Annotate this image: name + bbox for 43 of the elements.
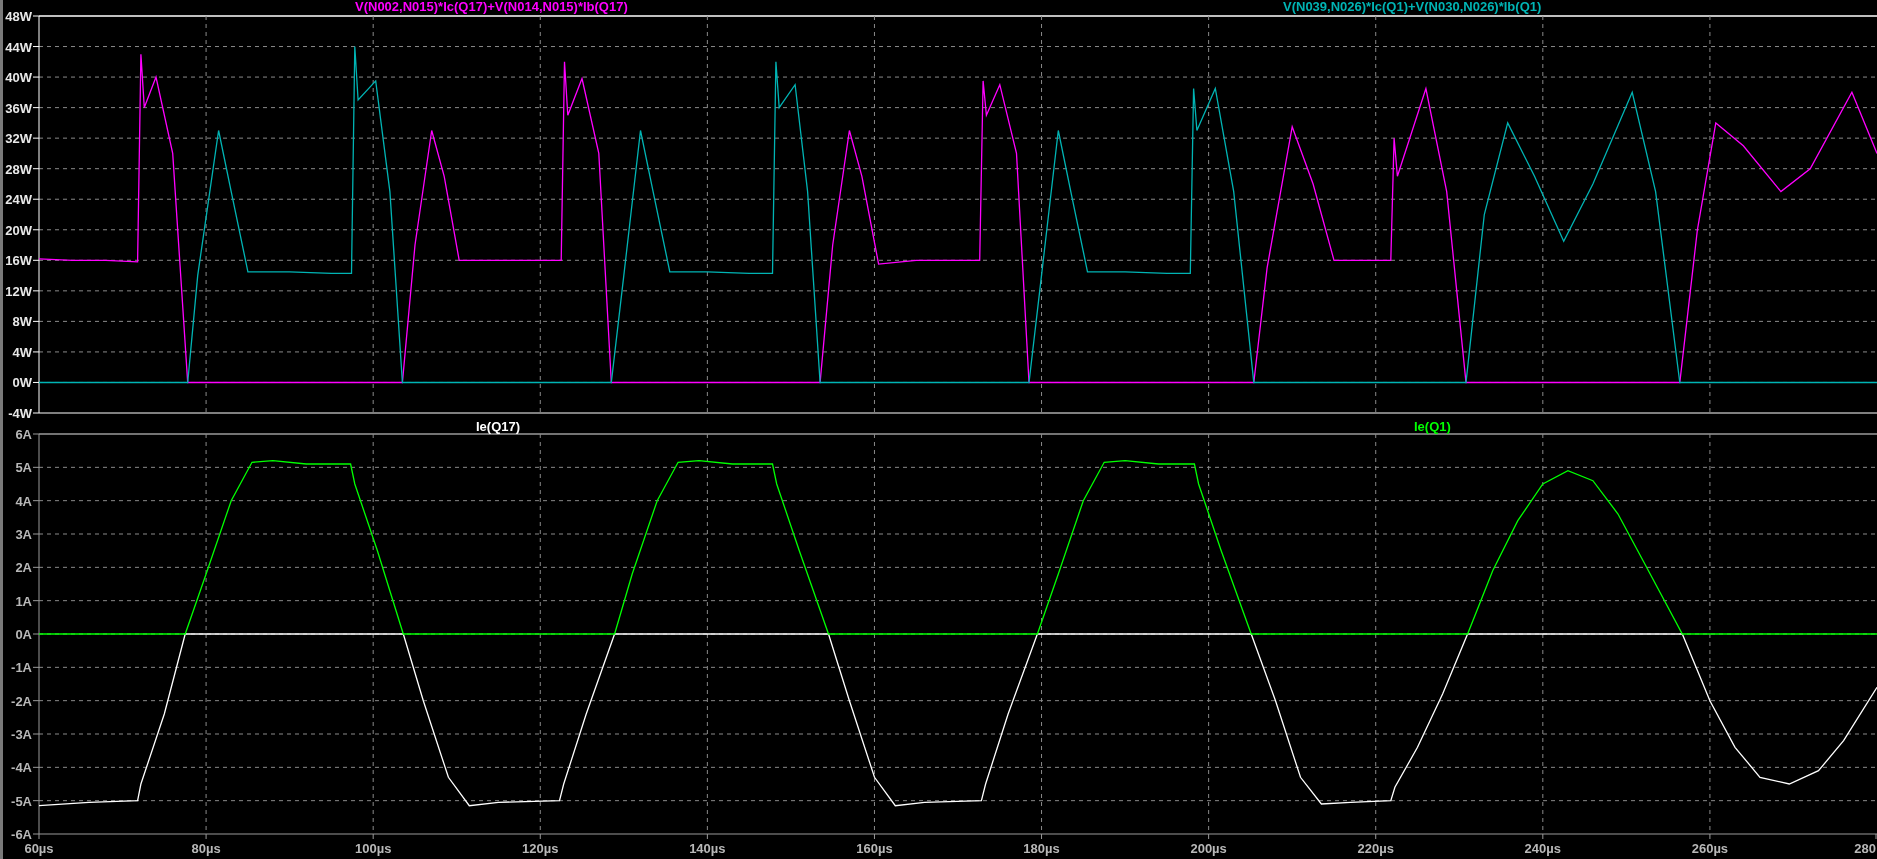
axis-label: 20W <box>5 222 32 238</box>
axis-label: 0W <box>12 375 32 391</box>
trace-label[interactable]: Ie(Q17) <box>476 421 521 434</box>
axis-label: 260µs <box>1691 841 1729 856</box>
axis-label: 3A <box>15 527 32 542</box>
axis-label: 140µs <box>689 841 726 856</box>
axis-label: 180µs <box>1023 841 1060 856</box>
axis-label: 4A <box>15 493 32 509</box>
axis-label: 120µs <box>522 841 559 856</box>
axis-label: -3A <box>11 727 32 742</box>
axis-label: 28W <box>5 161 32 177</box>
axis-label: 44W <box>5 39 32 55</box>
axis-label: 160µs <box>856 841 893 856</box>
axis-label: -6A <box>11 827 32 842</box>
axis-label: 1A <box>15 593 32 609</box>
axis-label: 200µs <box>1190 841 1227 856</box>
axis-label: 40W <box>5 70 32 86</box>
axis-label: -2A <box>11 693 32 709</box>
axis-label: 100µs <box>354 841 392 856</box>
axis-label: 220µs <box>1357 841 1394 856</box>
axis-label: 32W <box>5 131 32 147</box>
axis-label: 24W <box>5 192 32 208</box>
axis-label: 4W <box>12 344 32 360</box>
axis-label: -5A <box>11 793 32 809</box>
trace-label[interactable]: Ie(Q1) <box>1414 421 1451 434</box>
trace-label[interactable]: V(N002,N015)*Ic(Q17)+V(N014,N015)*Ib(Q17) <box>355 0 628 14</box>
axis-label: -4W <box>8 406 32 421</box>
axis-label: 6A <box>15 427 32 442</box>
axis-label: -1A <box>11 660 32 676</box>
axis-label: 280 <box>1854 841 1876 856</box>
axis-label: 8W <box>12 314 32 330</box>
axis-label: 5A <box>15 460 32 476</box>
axis-label: 48W <box>5 9 32 24</box>
axis-label: -4A <box>11 760 32 776</box>
trace-label[interactable]: V(N039,N026)*Ic(Q1)+V(N030,N026)*Ib(Q1) <box>1283 0 1542 14</box>
axis-label: 2A <box>15 560 32 576</box>
axis-label: 12W <box>5 283 32 299</box>
axis-label: 16W <box>5 253 32 269</box>
axis-label: 0A <box>15 627 32 642</box>
axis-label: 60µs <box>24 841 54 856</box>
axis-label: 240µs <box>1524 841 1562 856</box>
axis-label: 36W <box>5 100 32 116</box>
axis-label: 80µs <box>191 841 221 856</box>
